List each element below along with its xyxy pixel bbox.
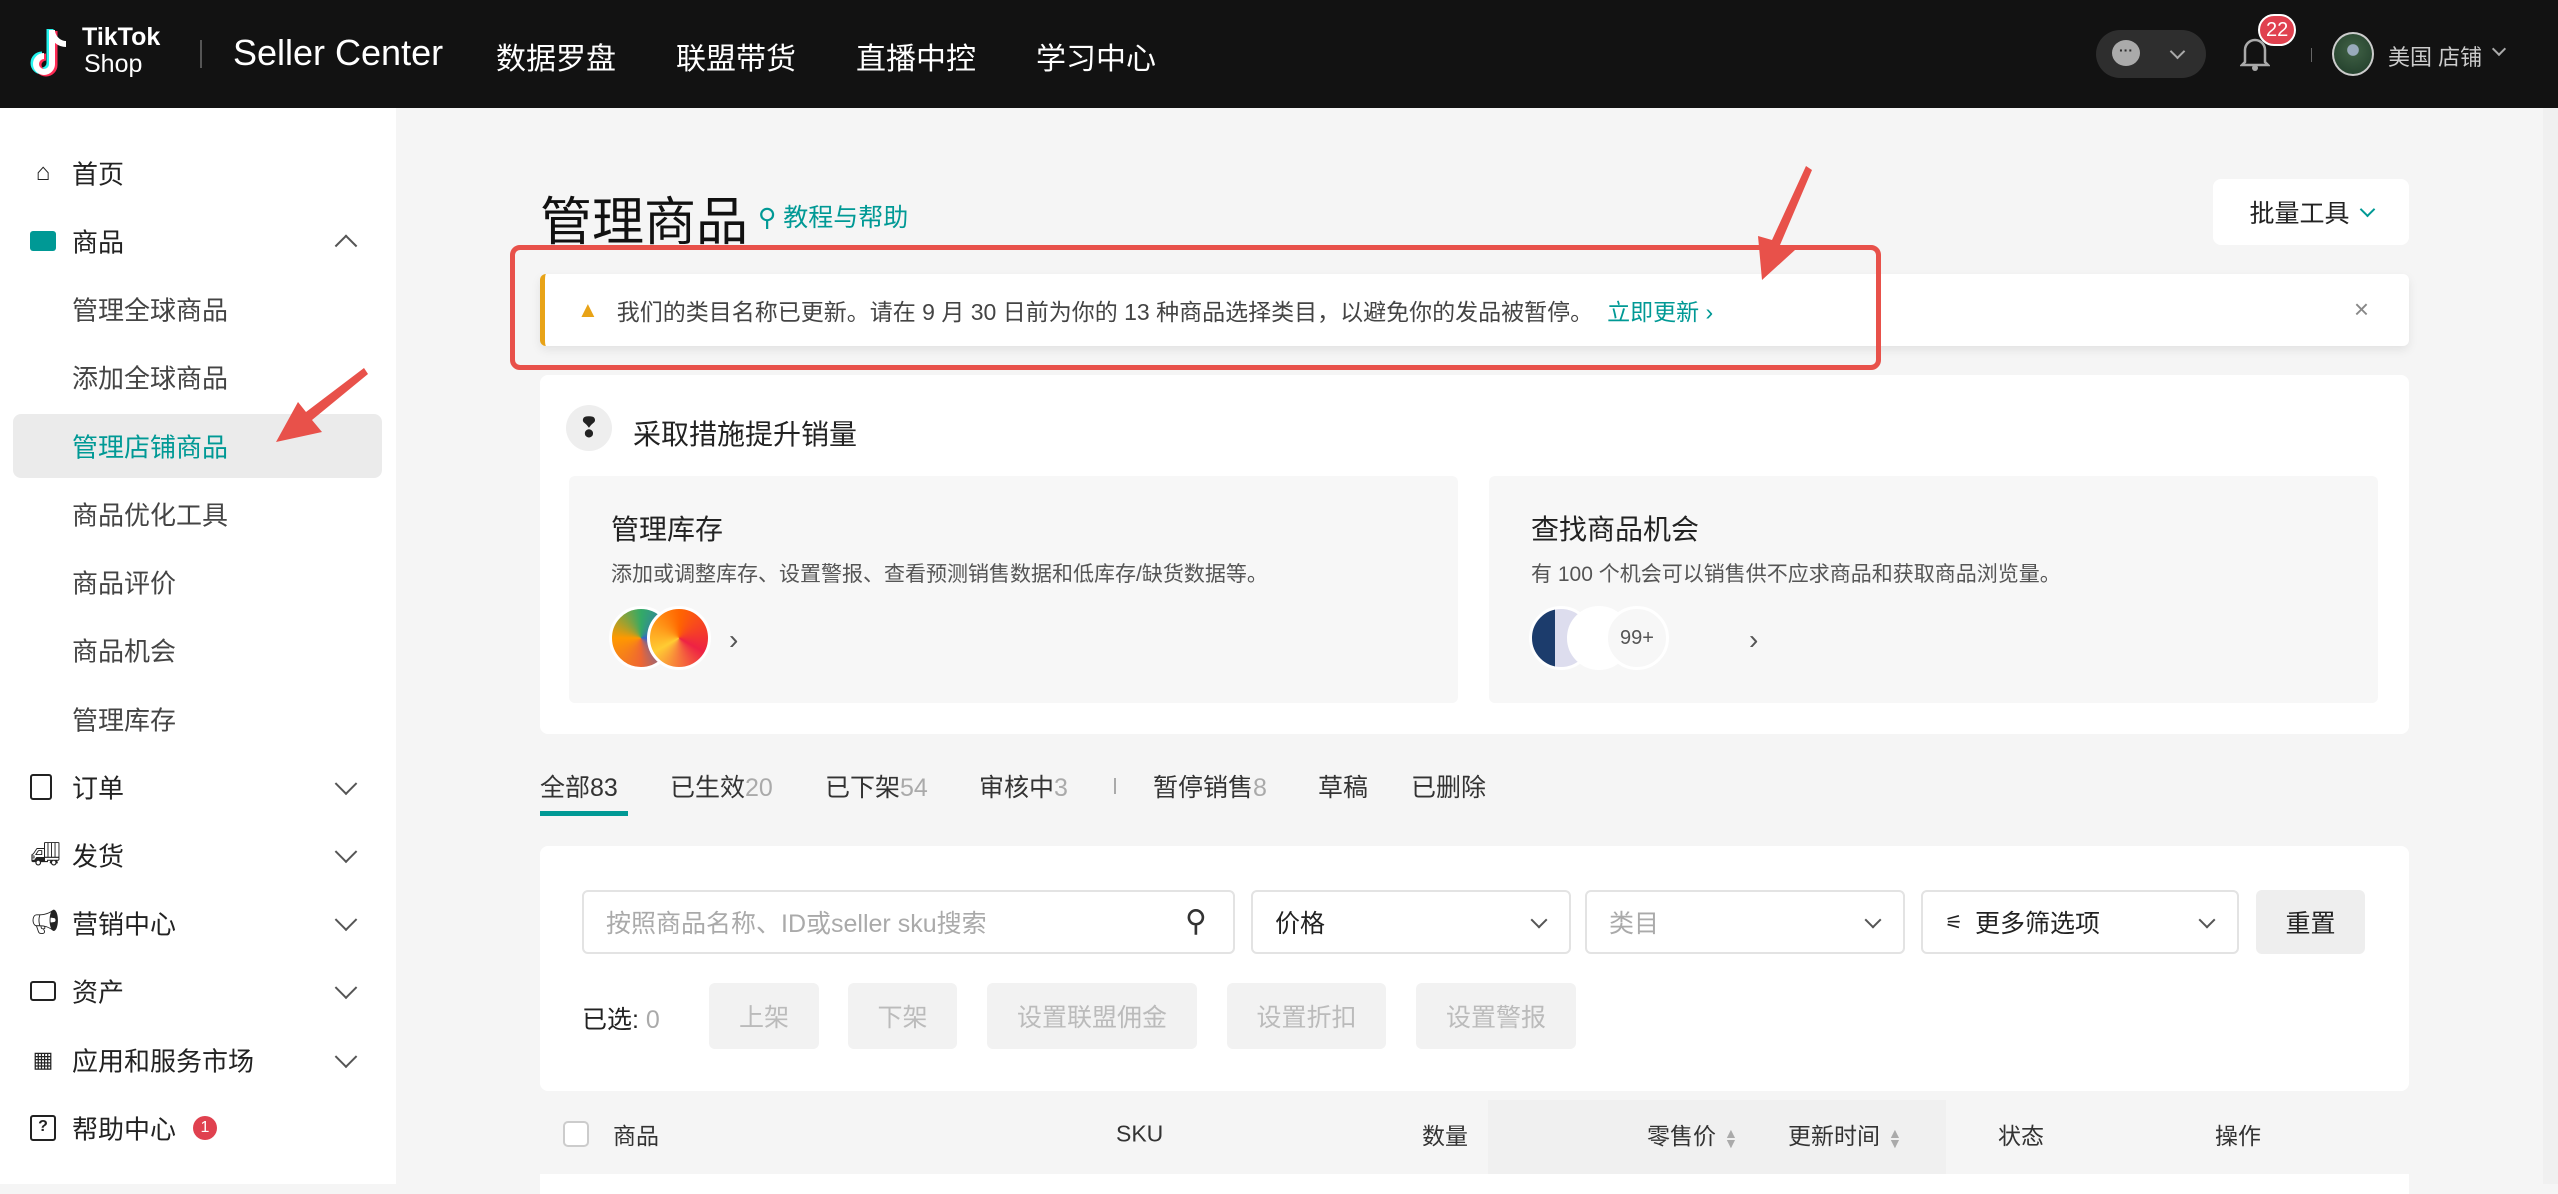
annotation-arrow [1758, 166, 1812, 280]
annotation-arrow [276, 368, 368, 442]
annotation-arrows [276, 166, 1812, 442]
